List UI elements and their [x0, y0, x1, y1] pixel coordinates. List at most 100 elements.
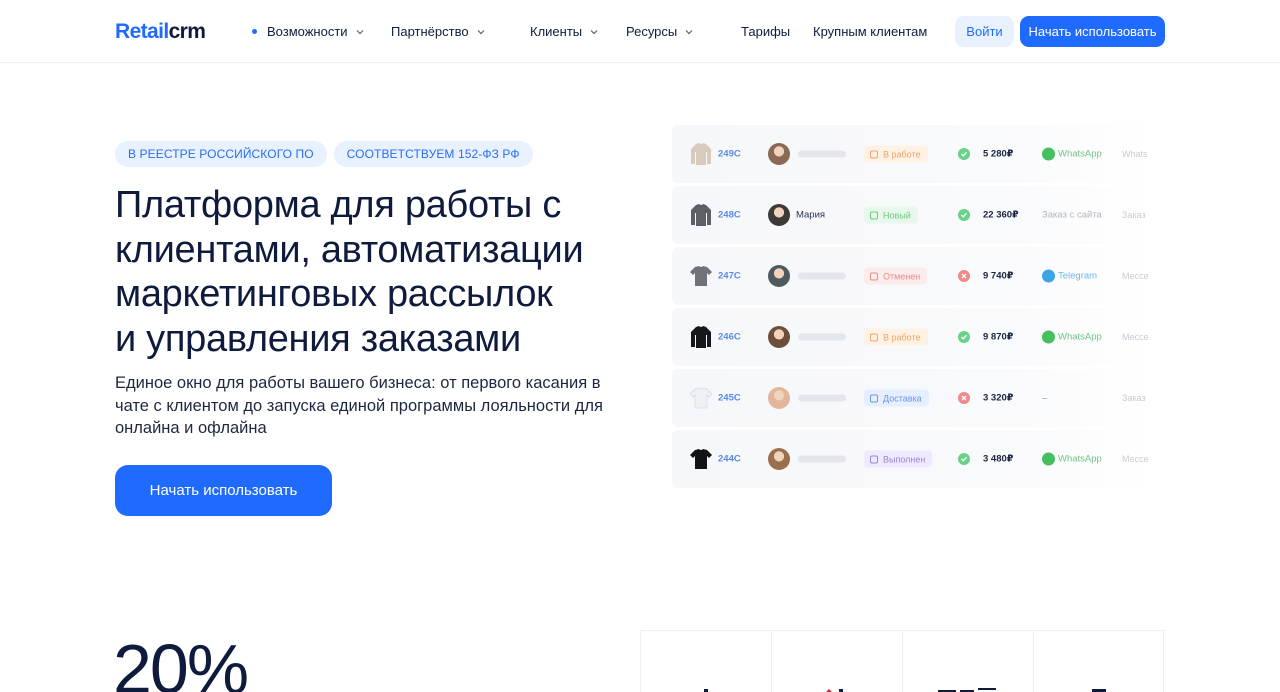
chevron-down-icon	[477, 29, 484, 34]
nav-item-partnership[interactable]: Партнёрство	[391, 24, 486, 39]
whatsapp-icon	[1042, 330, 1055, 344]
order-number[interactable]: 245C	[718, 393, 741, 404]
chevron-down-icon	[590, 29, 598, 34]
paid-check-icon	[958, 331, 970, 343]
order-channel-label: WhatsApp	[1058, 148, 1102, 160]
nav-item-label: Тарифы	[741, 24, 791, 39]
order-channel-label: –	[1042, 392, 1048, 404]
status-icon	[870, 455, 878, 463]
active-dot-icon	[252, 29, 257, 34]
customer-name-placeholder	[798, 272, 846, 280]
order-status-label: В работе	[883, 149, 921, 159]
order-channel: WhatsApp	[1042, 452, 1102, 466]
hero-title-line: и управления заказами	[115, 317, 521, 360]
order-channel: –	[1042, 393, 1047, 404]
client-logo-cell	[771, 631, 902, 692]
nav-item-enterprise[interactable]: Крупным клиентам	[813, 24, 927, 39]
client-logo-cell	[902, 631, 1033, 692]
site-header: Retailcrm Возможности Партнёрство Клиент…	[0, 0, 1280, 63]
paid-check-icon	[958, 148, 970, 160]
status-icon	[870, 272, 878, 280]
order-extra-column: Мессе	[1122, 332, 1149, 342]
order-extra-column: Whats	[1122, 149, 1148, 159]
logo-text-retail: Retail	[115, 20, 169, 43]
nav-item-resources[interactable]: Ресурсы	[626, 24, 694, 39]
client-logo-icon	[938, 688, 996, 692]
customer-avatar	[768, 326, 790, 348]
client-logo-cell	[1033, 631, 1164, 692]
customer-name-placeholder	[798, 394, 846, 402]
client-logo-icon	[1091, 689, 1106, 692]
nav-item-pricing[interactable]: Тарифы	[741, 24, 790, 39]
status-icon	[870, 333, 878, 341]
hero-title-line: клиентами, автоматизации	[115, 228, 584, 271]
nav-item-label: Возможности	[267, 24, 348, 39]
order-row[interactable]: 244C Выполнен 3 480₽ WhatsApp Мессе	[672, 430, 1152, 488]
chevron-down-icon	[685, 29, 693, 34]
client-logo-icon	[826, 689, 843, 692]
order-number[interactable]: 248C	[718, 210, 741, 221]
order-number[interactable]: 244C	[718, 454, 741, 465]
order-sum: 3 480₽	[983, 453, 1014, 465]
order-status-label: Доставка	[883, 393, 922, 403]
start-using-button-hero[interactable]: Начать использовать	[115, 465, 332, 516]
order-row[interactable]: 248C Мария Новый 22 360₽ Заказ с сайта Заказ	[672, 186, 1152, 244]
login-button[interactable]: Войти	[955, 16, 1014, 47]
whatsapp-icon	[1042, 147, 1055, 161]
nav-item-label: Крупным клиентам	[813, 24, 928, 39]
badge-152-fz: СООТВЕТСТВУЕМ 152-ФЗ РФ	[333, 141, 533, 167]
order-extra-column: Заказ	[1122, 393, 1146, 403]
customer-avatar	[768, 143, 790, 165]
order-row[interactable]: 247C Отменен 9 740₽ Telegram Мессе	[672, 247, 1152, 305]
hero-title-line: Платформа для работы с	[115, 184, 562, 226]
order-status-label: В работе	[883, 332, 921, 342]
order-channel: WhatsApp	[1042, 330, 1102, 344]
order-sum: 9 740₽	[983, 270, 1014, 282]
logo-text-crm: crm	[168, 20, 206, 43]
customer-avatar	[768, 265, 790, 287]
start-using-button-header[interactable]: Начать использовать	[1020, 16, 1165, 47]
nav-item-label: Ресурсы	[626, 24, 678, 39]
stat-big-value: 20%	[113, 630, 249, 692]
telegram-icon	[1042, 269, 1055, 283]
order-sum: 9 870₽	[983, 331, 1014, 343]
order-channel-label: Заказ с сайта	[1042, 209, 1102, 221]
product-thumbnail	[688, 324, 714, 350]
nav-item-label: Партнёрство	[391, 24, 469, 39]
order-status-label: Новый	[883, 210, 911, 220]
nav-item-features[interactable]: Возможности	[252, 24, 365, 39]
order-number[interactable]: 249C	[718, 149, 741, 160]
badge-russian-registry: В РЕЕСТРЕ РОССИЙСКОГО ПО	[115, 141, 327, 167]
order-extra-column: Мессе	[1122, 454, 1149, 464]
client-logo-icon	[704, 689, 708, 692]
order-status-badge: В работе	[864, 328, 928, 346]
order-row[interactable]: 246C В работе 9 870₽ WhatsApp Мессе	[672, 308, 1152, 366]
product-thumbnail	[688, 385, 714, 411]
retailcrm-logo[interactable]: Retailcrm	[115, 20, 206, 44]
order-status-badge: В работе	[864, 145, 928, 163]
order-status-label: Выполнен	[883, 454, 926, 464]
nav-item-label: Клиенты	[530, 24, 583, 39]
nav-item-clients[interactable]: Клиенты	[530, 24, 599, 39]
product-thumbnail	[688, 446, 714, 472]
hero-title-line: маркетинговых рассылок	[115, 273, 553, 315]
order-number[interactable]: 247C	[718, 271, 741, 282]
order-channel: Заказ с сайта	[1042, 210, 1102, 221]
order-status-badge: Новый	[864, 206, 918, 224]
order-number[interactable]: 246C	[718, 332, 741, 343]
status-icon	[870, 211, 878, 219]
product-thumbnail	[688, 263, 714, 289]
customer-name: Мария	[796, 209, 826, 221]
order-row[interactable]: 245C Доставка 3 320₽ – Заказ	[672, 369, 1152, 427]
status-icon	[870, 150, 878, 158]
order-row[interactable]: 249C В работе 5 280₽ WhatsApp Whats	[672, 125, 1152, 183]
customer-name-placeholder	[798, 455, 846, 463]
order-extra-column: Мессе	[1122, 271, 1149, 281]
unpaid-cross-icon	[958, 270, 970, 282]
hero-subtitle: Единое окно для работы вашего бизнеса: о…	[115, 374, 603, 437]
product-thumbnail	[688, 202, 714, 228]
order-status-label: Отменен	[883, 271, 921, 281]
hero-badges: В РЕЕСТРЕ РОССИЙСКОГО ПО СООТВЕТСТВУЕМ 1…	[115, 141, 533, 167]
order-status-badge: Отменен	[864, 267, 928, 285]
paid-check-icon	[958, 453, 970, 465]
